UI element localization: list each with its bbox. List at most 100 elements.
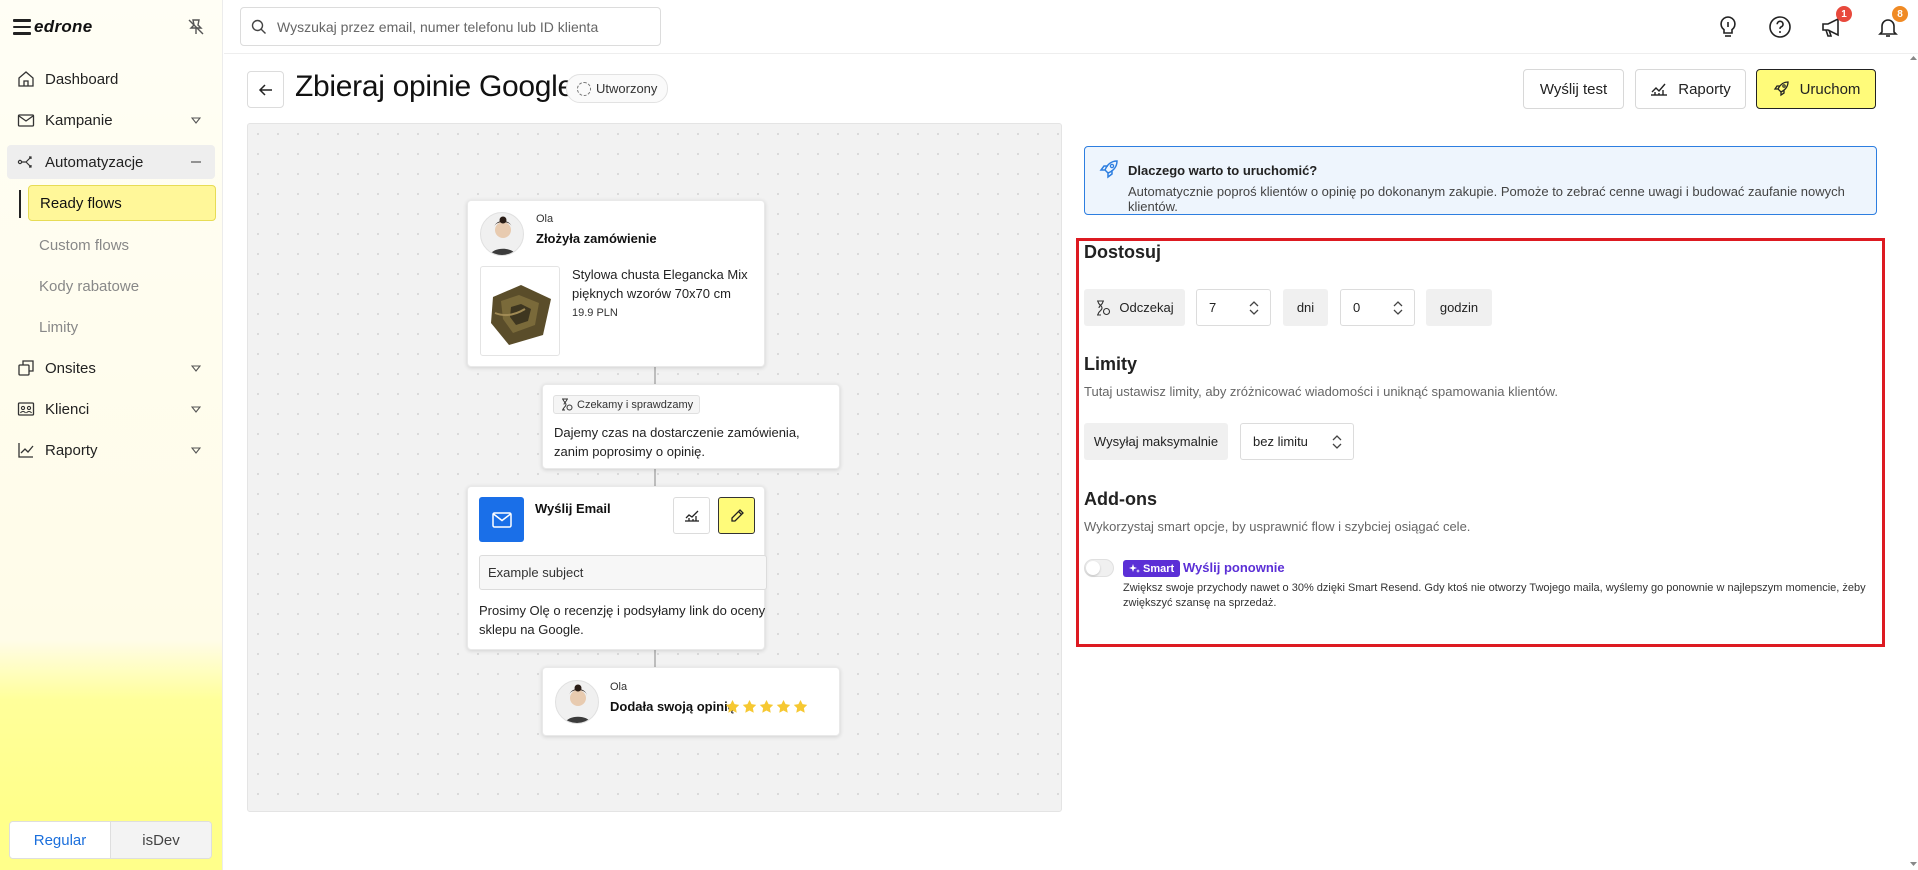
sparkle-icon [1129, 564, 1140, 573]
collapse-icon [191, 161, 201, 163]
send-email-card[interactable]: Wyślij Email Example subject Prosimy Olę… [467, 486, 767, 650]
spinner-icon[interactable] [1392, 299, 1404, 317]
email-icon [479, 497, 524, 542]
wait-label-box: Odczekaj [1084, 289, 1185, 326]
info-box: Dlaczego warto to uruchomić? Automatyczn… [1084, 146, 1877, 215]
chevron-down-icon [191, 447, 201, 454]
status-dot-icon [577, 81, 591, 96]
toggle-knob [1086, 561, 1100, 575]
lightbulb-icon[interactable] [1716, 15, 1740, 39]
status-badge: Utworzony [566, 74, 669, 103]
hours-value: 0 [1353, 300, 1361, 315]
back-button[interactable] [247, 71, 284, 108]
chevron-down-icon [191, 117, 201, 124]
spinner-icon[interactable] [1248, 299, 1260, 317]
product-price: 19.9 PLN [572, 307, 618, 319]
unpin-icon[interactable] [186, 17, 206, 37]
sidebar-subitem-kody-rabatowe[interactable]: Kody rabatowe [28, 268, 216, 304]
hamburger-menu-icon[interactable] [13, 19, 31, 35]
send-max-label-box: Wysyłaj maksymalnie [1084, 423, 1228, 460]
customize-title: Dostosuj [1084, 242, 1162, 262]
smart-resend-description: Zwiększ swoje przychody nawet o 30% dzię… [1123, 582, 1866, 609]
logo: edrone [34, 17, 93, 36]
star-rating [725, 699, 808, 714]
sidebar-item-label: Klienci [45, 400, 90, 418]
sidebar-item-dashboard[interactable]: Dashboard [7, 62, 215, 96]
sidebar-item-label: Onsites [45, 359, 96, 377]
launch-button[interactable]: Uruchom [1756, 69, 1876, 109]
limit-select[interactable]: bez limitu [1240, 423, 1354, 460]
email-subject-field: Example subject [479, 555, 767, 590]
rocket-icon [1773, 81, 1789, 97]
limits-description: Tutaj ustawisz limity, aby zróżnicować w… [1084, 384, 1558, 399]
active-indicator [19, 190, 21, 218]
launch-label: Uruchom [1799, 80, 1861, 98]
scrollbar[interactable] [1909, 54, 1918, 870]
limits-title: Limity [1084, 354, 1138, 374]
search-box [240, 7, 661, 46]
page-title: Zbieraj opinie Google [295, 70, 574, 103]
bell-icon[interactable]: 8 [1876, 6, 1908, 39]
star-icon [725, 699, 740, 713]
smart-resend-label[interactable]: Wyślij ponownie [1183, 560, 1285, 575]
product-name: Stylowa chusta Elegancka Mix pięknych wz… [572, 267, 748, 301]
hourglass-icon [1097, 299, 1111, 316]
email-stats-button[interactable] [673, 497, 710, 534]
smart-badge: Smart [1123, 560, 1181, 577]
sidebar-item-klienci[interactable]: Klienci [7, 392, 215, 426]
days-input[interactable]: 7 [1196, 289, 1271, 326]
mode-regular-button[interactable]: Regular [10, 822, 110, 858]
status-label: Utworzony [596, 81, 658, 96]
days-value: 7 [1209, 300, 1217, 315]
flow-connector [654, 649, 656, 667]
reports-label: Raporty [1678, 80, 1731, 98]
chart-icon [684, 510, 699, 522]
mode-dev-button[interactable]: isDev [110, 822, 211, 858]
sidebar-item-kampanie[interactable]: Kampanie [7, 103, 215, 137]
star-icon [759, 699, 774, 713]
home-icon [18, 71, 34, 87]
notification-badge: 8 [1892, 6, 1908, 22]
help-icon[interactable] [1768, 15, 1792, 39]
wait-label: Odczekaj [1119, 300, 1174, 315]
info-text: Automatycznie poproś klientów o opinię p… [1128, 184, 1845, 214]
sidebar: edrone Dashboard Kampanie Automatyzacje … [0, 0, 223, 870]
automation-icon [17, 156, 32, 168]
reports-button[interactable]: Raporty [1635, 69, 1746, 109]
send-test-button[interactable]: Wyślij test [1523, 69, 1624, 109]
customer-name: Ola [536, 213, 554, 225]
select-arrows-icon [1332, 435, 1342, 449]
order-trigger-card[interactable]: Ola Złożyła zamówienie Stylowa chusta El… [467, 200, 765, 367]
sidebar-item-raporty[interactable]: Raporty [7, 433, 215, 467]
info-title: Dlaczego warto to uruchomić? [1128, 163, 1318, 178]
wait-description: Dajemy czas na dostarczenie zamówienia, … [554, 425, 800, 459]
addons-title: Add-ons [1084, 489, 1157, 509]
review-result-card[interactable]: Ola Dodała swoją opinię [542, 667, 840, 736]
sidebar-subitem-ready-flows[interactable]: Ready flows [28, 185, 216, 221]
limit-value: bez limitu [1253, 434, 1308, 449]
hours-input[interactable]: 0 [1340, 289, 1415, 326]
sidebar-item-automatyzacje[interactable]: Automatyzacje [7, 145, 215, 179]
chevron-down-icon [191, 406, 201, 413]
wait-step-card[interactable]: Czekamy i sprawdzamy Dajemy czas na dost… [542, 384, 840, 469]
sidebar-subitem-limity[interactable]: Limity [28, 309, 216, 345]
megaphone-icon[interactable]: 1 [1820, 6, 1852, 39]
pencil-icon [730, 508, 744, 522]
sidebar-item-onsites[interactable]: Onsites [7, 351, 215, 385]
hourglass-icon [562, 398, 573, 411]
review-action: Dodała swoją opinię [610, 699, 735, 714]
trigger-action: Złożyła zamówienie [536, 231, 657, 246]
hours-label-box: godzin [1426, 289, 1492, 326]
mail-icon [17, 114, 35, 127]
mode-switch: Regular isDev [9, 821, 212, 859]
topbar: 1 8 [224, 0, 1918, 54]
email-step-title: Wyślij Email [535, 501, 611, 516]
search-input[interactable] [277, 18, 637, 35]
edit-email-button[interactable] [718, 497, 755, 534]
contacts-icon [17, 402, 35, 416]
sidebar-subitem-custom-flows[interactable]: Custom flows [28, 227, 216, 263]
chart-line-icon [18, 443, 34, 458]
email-description: Prosimy Olę o recenzję i podsyłamy link … [479, 603, 766, 637]
smart-badge-label: Smart [1143, 562, 1175, 575]
smart-resend-toggle[interactable] [1084, 559, 1114, 577]
